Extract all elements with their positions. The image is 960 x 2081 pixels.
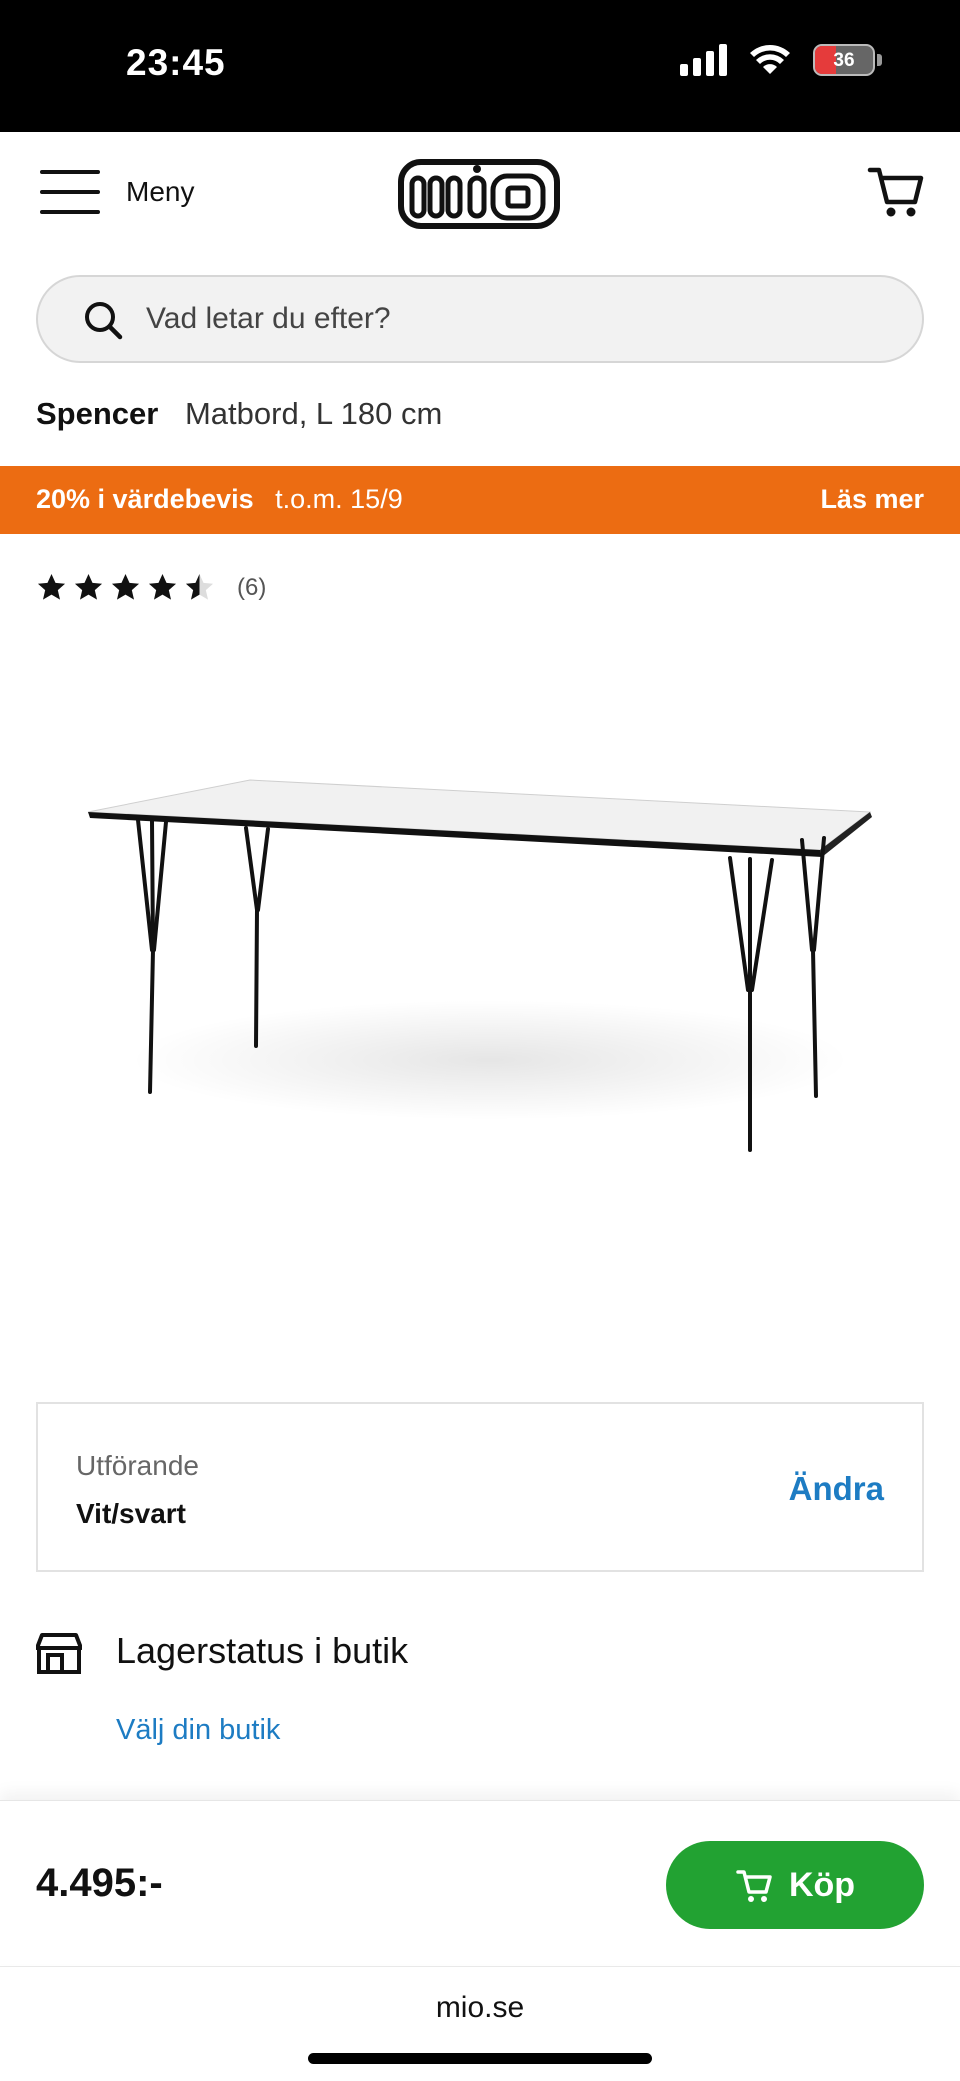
status-time: 23:45: [126, 42, 226, 83]
browser-url-bar[interactable]: mio.se: [0, 1966, 960, 2081]
variant-selector[interactable]: Utförande Vit/svart Ändra: [36, 1402, 924, 1572]
promo-period: t.o.m. 15/9: [275, 484, 403, 514]
product-brand: Spencer: [36, 396, 159, 431]
product-rating[interactable]: (6): [36, 572, 266, 603]
search-icon: [85, 302, 123, 340]
variant-label: Utförande: [76, 1450, 199, 1481]
promo-text: 20% i värdebevis t.o.m. 15/9: [36, 484, 403, 515]
promo-highlight: 20% i värdebevis: [36, 484, 254, 514]
battery-icon: 36: [813, 44, 875, 76]
search-input[interactable]: [146, 277, 886, 361]
search-bar[interactable]: [36, 275, 924, 363]
wifi-icon: [750, 45, 790, 74]
cart-icon[interactable]: [866, 162, 926, 222]
buy-bar: 4.495:- Köp: [0, 1800, 960, 1964]
cart-icon: [736, 1870, 772, 1902]
product-title: Spencer Matbord, L 180 cm: [36, 396, 442, 432]
choose-store-link[interactable]: Välj din butik: [116, 1714, 280, 1747]
change-variant-link[interactable]: Ändra: [789, 1470, 884, 1508]
browser-url: mio.se: [435, 1991, 525, 2024]
cellular-signal-icon: [680, 44, 727, 76]
mio-logo[interactable]: [398, 156, 560, 232]
product-description: Matbord, L 180 cm: [184, 396, 443, 431]
star-full-icon: [74, 573, 103, 600]
menu-label: Meny: [126, 176, 195, 207]
site-header: Meny: [0, 132, 960, 262]
stock-title: Lagerstatus i butik: [116, 1630, 409, 1671]
status-bar: 23:45 36: [0, 0, 960, 132]
promo-read-more-link[interactable]: Läs mer: [820, 484, 924, 515]
status-icons: 36: [680, 44, 882, 76]
hamburger-icon: [40, 170, 100, 214]
rating-count: (6): [237, 573, 267, 601]
star-full-icon: [111, 573, 140, 600]
promo-banner: 20% i värdebevis t.o.m. 15/9 Läs mer: [0, 466, 960, 534]
variant-value: Vit/svart: [76, 1498, 186, 1529]
buy-button-label: Köp: [788, 1865, 856, 1904]
buy-button[interactable]: Köp: [666, 1841, 924, 1929]
star-full-icon: [148, 573, 177, 600]
battery-level: 36: [833, 50, 855, 71]
product-price: 4.495:-: [36, 1861, 163, 1905]
battery-cap: [877, 54, 882, 66]
star-full-icon: [37, 573, 66, 600]
star-half-icon: [185, 573, 214, 600]
home-indicator[interactable]: [308, 2053, 652, 2064]
store-icon: [36, 1633, 82, 1674]
product-image[interactable]: [60, 700, 900, 1200]
menu-button[interactable]: Meny: [40, 170, 194, 214]
rating-stars: [36, 572, 215, 603]
